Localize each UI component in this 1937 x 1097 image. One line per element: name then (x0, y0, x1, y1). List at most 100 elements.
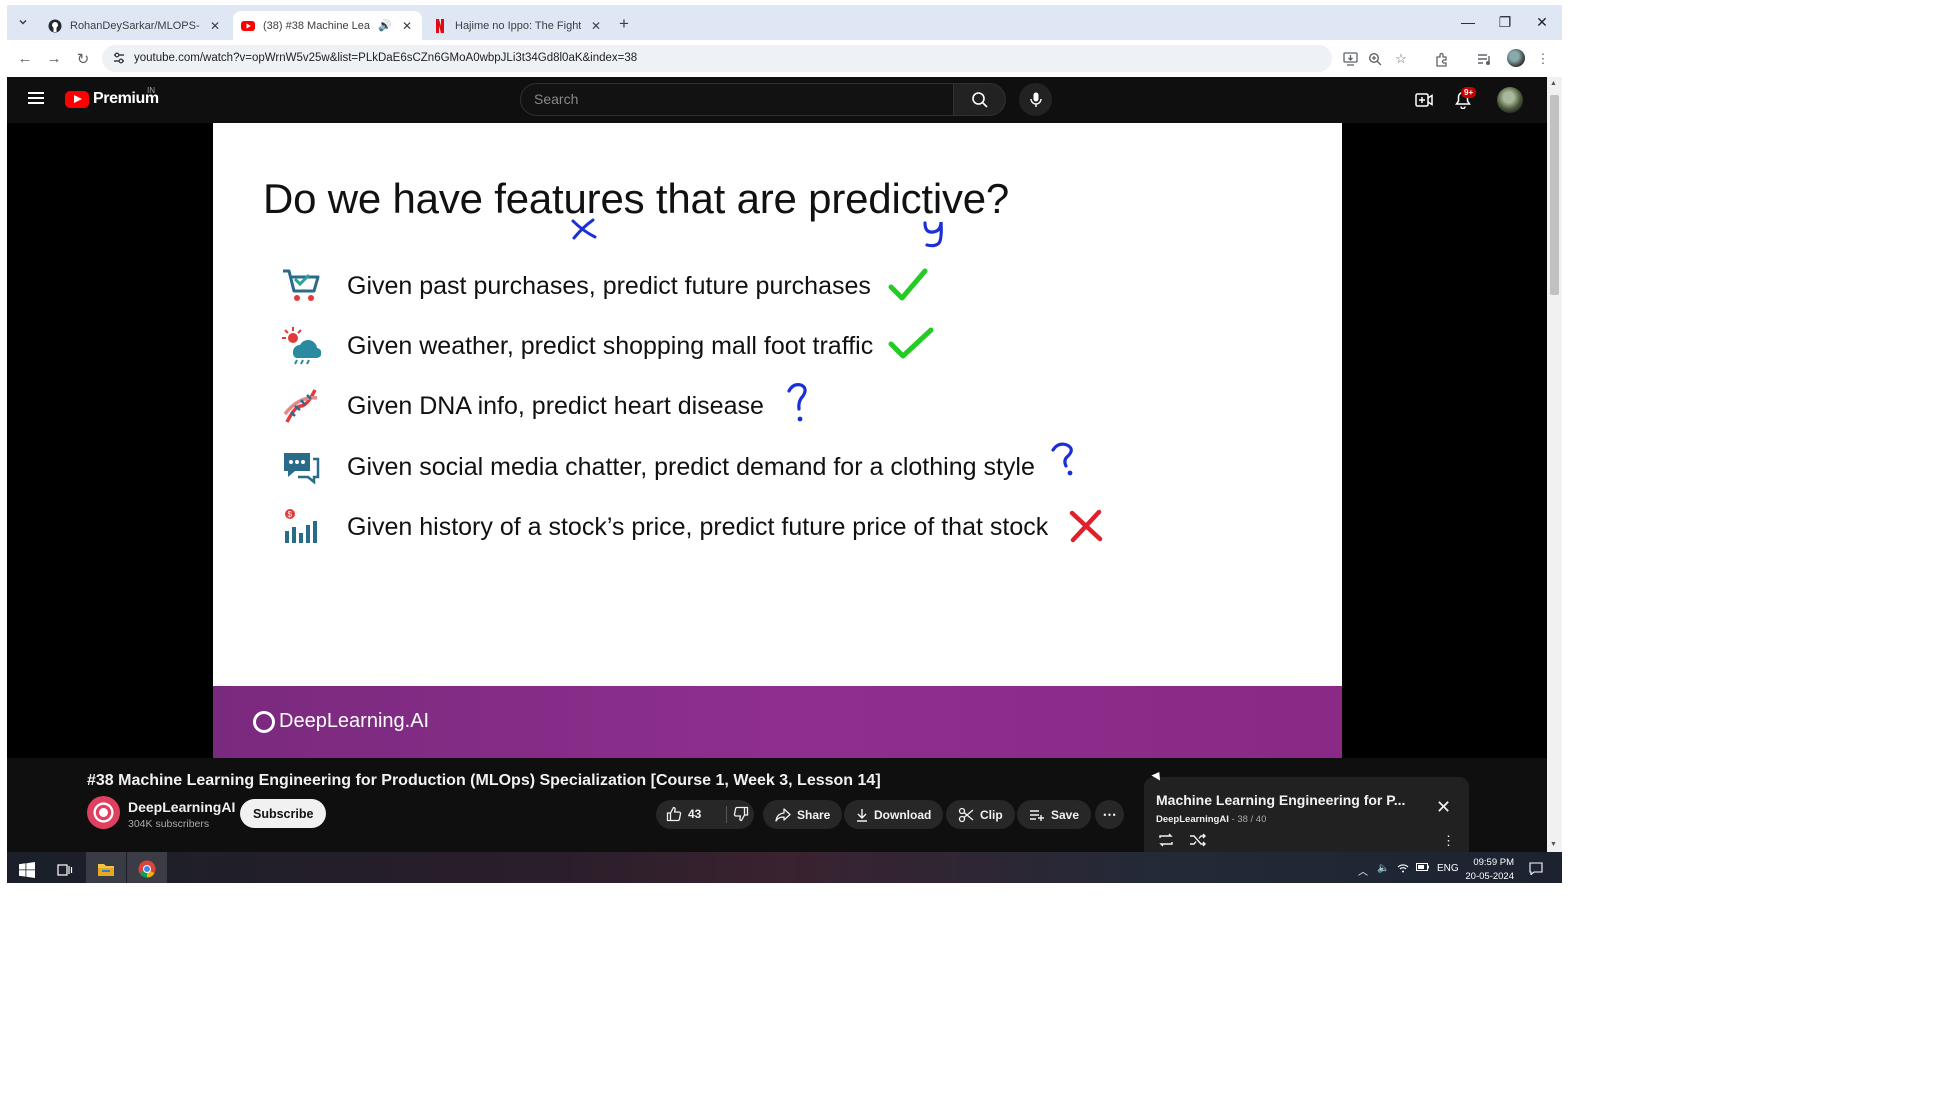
playlist-menu-icon[interactable]: ⋮ (1442, 833, 1455, 849)
reload-button[interactable]: ↻ (74, 50, 92, 68)
share-icon (775, 807, 791, 822)
dislike-button[interactable] (733, 806, 749, 827)
handwritten-y-annotation (923, 221, 943, 248)
tab-netflix[interactable]: Hajime no Ippo: The Fighting! ✕ (425, 11, 611, 40)
chrome-menu-icon[interactable]: ⋮ (1534, 50, 1552, 68)
tray-overflow-icon[interactable]: ︿ (1358, 863, 1368, 878)
red-cross-mark (1069, 509, 1103, 543)
youtube-icon (241, 19, 255, 33)
stock-chart-icon: $ (281, 507, 321, 547)
windows-taskbar: ︿ 🔈 ENG 09:59 PM 20-05-2024 (7, 852, 1562, 883)
blue-question-mark (787, 383, 807, 422)
green-check-mark (888, 327, 934, 359)
address-bar[interactable]: youtube.com/watch?v=opWrnW5v25w&list=PLk… (102, 45, 1332, 72)
playlist-meta: DeepLearningAI - 38 / 40 (1156, 814, 1267, 825)
video-player[interactable]: Do we have features that are predictive?… (213, 123, 1342, 758)
account-avatar[interactable] (1497, 87, 1523, 113)
like-button[interactable]: 43 (666, 806, 701, 822)
create-video-icon[interactable] (1414, 90, 1434, 110)
site-info-icon[interactable] (112, 51, 126, 65)
bullet-text: Given history of a stock’s price, predic… (347, 512, 1049, 541)
profile-avatar[interactable] (1507, 49, 1525, 67)
loop-icon[interactable] (1157, 833, 1175, 850)
download-icon (857, 808, 867, 822)
playlist-title[interactable]: Machine Learning Engineering for P... (1156, 792, 1405, 808)
close-tab-icon[interactable]: ✕ (208, 19, 222, 33)
dna-icon (281, 386, 321, 426)
chrome-taskbar-button[interactable] (127, 852, 167, 883)
menu-icon[interactable] (28, 92, 44, 104)
clock-date: 20-05-2024 (1465, 871, 1514, 882)
subscriber-count: 304K subscribers (128, 818, 210, 830)
like-count: 43 (688, 807, 702, 821)
chat-icon (281, 447, 321, 487)
forward-button[interactable]: → (45, 50, 63, 67)
playlist-owner[interactable]: DeepLearningAI (1156, 814, 1229, 825)
thumbs-down-icon (733, 806, 749, 822)
bookmark-star-icon[interactable]: ☆ (1392, 50, 1410, 68)
scroll-down-arrow-icon[interactable]: ▼ (1550, 841, 1557, 848)
minimize-button[interactable]: — (1458, 14, 1478, 30)
speaker-icon[interactable]: 🔊 (378, 19, 392, 32)
system-clock[interactable]: 09:59 PM 20-05-2024 (1462, 856, 1514, 883)
search-input[interactable] (534, 91, 934, 107)
search-button[interactable] (954, 83, 1006, 116)
thumbs-up-icon (666, 806, 682, 822)
channel-name[interactable]: DeepLearningAI (128, 799, 235, 815)
youtube-logo-icon[interactable] (65, 91, 89, 108)
language-indicator[interactable]: ENG (1437, 863, 1459, 874)
browser-toolbar: ← → ↻ youtube.com/watch?v=opWrnW5v25w&li… (7, 40, 1562, 77)
install-app-icon[interactable] (1341, 50, 1359, 68)
clip-label: Clip (980, 807, 1003, 822)
back-button[interactable]: ← (16, 50, 34, 67)
task-view-icon (57, 864, 73, 876)
tab-search-button[interactable] (13, 12, 33, 32)
tab-github[interactable]: RohanDeySarkar/MLOPS-Notes ✕ (40, 11, 230, 40)
shopping-cart-icon (281, 266, 321, 306)
handwritten-x-annotation (571, 218, 597, 240)
media-controls-icon[interactable] (1475, 50, 1493, 68)
save-button[interactable]: Save (1017, 800, 1092, 829)
deeplearning-ai-logo: DeepLearning.AI (253, 710, 429, 733)
download-button[interactable]: Download (844, 800, 944, 829)
download-label: Download (874, 807, 932, 822)
page-scrollbar[interactable]: ▲ ▼ (1547, 77, 1562, 852)
subscribe-button[interactable]: Subscribe (240, 799, 327, 828)
bullet-text: Given DNA info, predict heart disease (347, 391, 764, 420)
zoom-icon[interactable] (1366, 50, 1384, 68)
new-tab-button[interactable]: + (619, 14, 629, 34)
start-button[interactable] (7, 852, 47, 883)
extensions-icon[interactable] (1432, 50, 1450, 68)
browser-window: RohanDeySarkar/MLOPS-Notes ✕ (38) #38 Ma… (7, 5, 1562, 883)
scroll-up-arrow-icon[interactable]: ▲ (1550, 80, 1557, 87)
voice-search-button[interactable] (1019, 83, 1052, 116)
volume-icon[interactable]: 🔈 (1377, 863, 1389, 874)
close-tab-icon[interactable]: ✕ (400, 19, 414, 33)
chevron-down-icon (19, 19, 27, 25)
close-window-button[interactable]: ✕ (1532, 14, 1552, 31)
close-playlist-icon[interactable]: ✕ (1436, 797, 1451, 818)
bullet-text: Given weather, predict shopping mall foo… (347, 331, 874, 360)
video-details: #38 Machine Learning Engineering for Pro… (7, 758, 1547, 857)
wifi-icon[interactable] (1397, 863, 1409, 876)
task-view-button[interactable] (45, 852, 85, 883)
clip-button[interactable]: Clip (946, 800, 1015, 829)
action-center-icon[interactable] (1529, 862, 1543, 878)
scroll-thumb[interactable] (1550, 95, 1559, 295)
playlist-panel[interactable]: Machine Learning Engineering for P... De… (1144, 777, 1469, 857)
restore-button[interactable]: ❐ (1495, 14, 1515, 31)
windows-logo-icon (19, 862, 35, 878)
shuffle-icon[interactable] (1189, 833, 1207, 850)
share-button[interactable]: Share (763, 800, 843, 829)
save-to-playlist-icon (1030, 809, 1044, 821)
slide-title: Do we have features that are predictive? (263, 175, 1010, 222)
battery-icon[interactable] (1416, 863, 1429, 874)
channel-avatar[interactable] (87, 796, 120, 829)
search-icon (971, 91, 988, 108)
slide-bullet: Given DNA info, predict heart disease (281, 386, 764, 426)
tab-youtube[interactable]: (38) #38 Machine Learning 🔊 ✕ (233, 11, 422, 40)
close-tab-icon[interactable]: ✕ (589, 19, 603, 33)
more-actions-icon[interactable]: ⋯ (1095, 800, 1124, 829)
folder-icon (98, 863, 114, 876)
file-explorer-button[interactable] (86, 852, 126, 883)
